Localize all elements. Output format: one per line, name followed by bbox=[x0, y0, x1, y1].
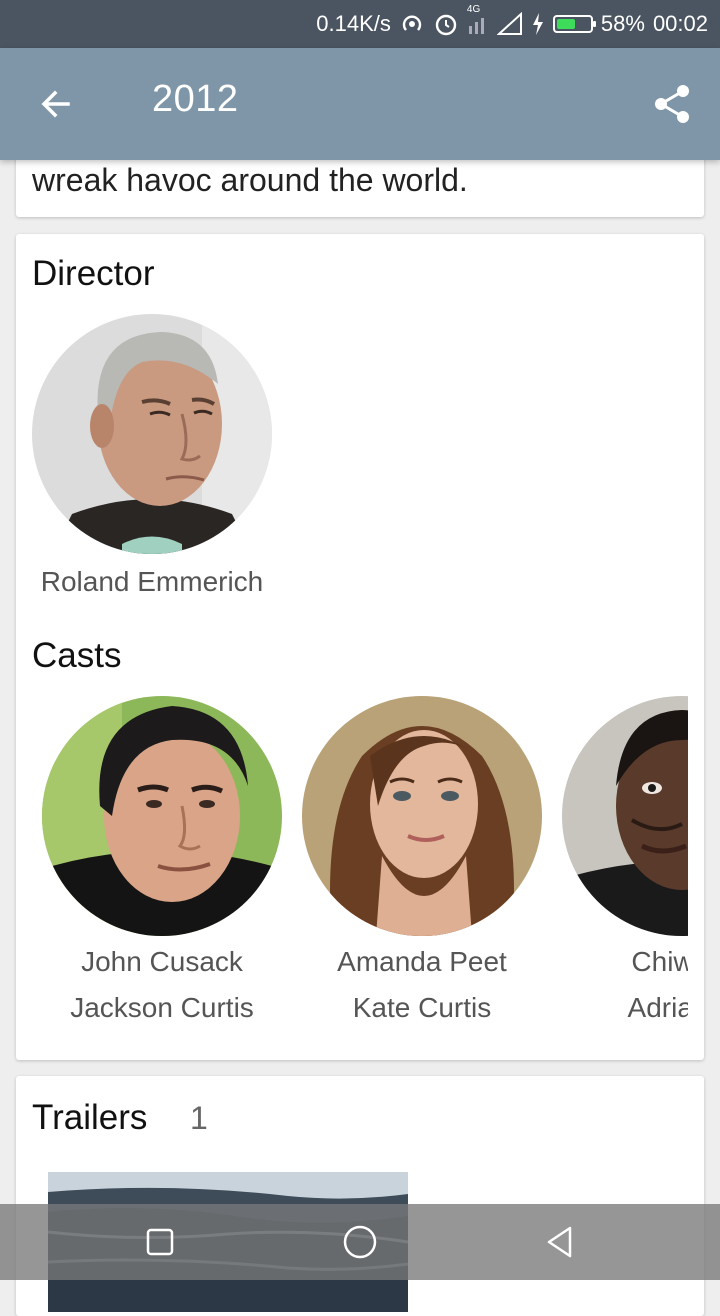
system-nav-bar bbox=[0, 1204, 720, 1280]
overview-text: wreak havoc around the world. bbox=[32, 162, 468, 198]
back-button[interactable] bbox=[28, 78, 84, 130]
home-circle-icon bbox=[343, 1225, 377, 1259]
status-bar: 0.14K/s 4G 58% 00:02 bbox=[0, 0, 720, 48]
people-card: Director Roland Emmerich Casts John Cusa… bbox=[16, 234, 704, 1060]
overview-card: wreak havoc around the world. bbox=[16, 150, 704, 217]
net-speed: 0.14K/s bbox=[316, 11, 391, 36]
trailers-count: 1 bbox=[190, 1100, 208, 1136]
trailers-card: Trailers 1 bbox=[16, 1076, 704, 1316]
charging-icon bbox=[531, 10, 545, 38]
trailers-heading: Trailers bbox=[32, 1098, 148, 1137]
cast-avatar-3[interactable] bbox=[562, 696, 688, 936]
cast-character-1: Jackson Curtis bbox=[70, 992, 254, 1023]
app-bar: 2012 bbox=[0, 48, 720, 160]
cast-actor-3[interactable]: Chiwete bbox=[552, 946, 688, 978]
cast-actor-2[interactable]: Amanda Peet bbox=[292, 946, 552, 978]
cell-signal-icon bbox=[496, 10, 523, 38]
battery-icon bbox=[552, 15, 596, 33]
cast-avatar-2[interactable] bbox=[302, 696, 542, 936]
director-name[interactable]: Roland Emmerich bbox=[22, 566, 282, 598]
battery-percent: 58% bbox=[600, 11, 645, 36]
share-button[interactable] bbox=[646, 78, 698, 130]
battery-fill bbox=[556, 19, 576, 29]
home-button[interactable] bbox=[330, 1218, 390, 1266]
director-avatar[interactable] bbox=[32, 314, 272, 554]
hotspot-icon bbox=[399, 10, 425, 38]
share-icon bbox=[655, 85, 689, 123]
back-triangle-icon bbox=[547, 1226, 572, 1258]
recents-square-icon bbox=[146, 1228, 174, 1256]
cast-actor-1[interactable]: John Cusack bbox=[32, 946, 292, 978]
clock: 00:02 bbox=[652, 11, 708, 36]
cast-avatar-1[interactable] bbox=[42, 696, 282, 936]
nav-back-button[interactable] bbox=[530, 1218, 590, 1266]
director-heading: Director bbox=[32, 254, 155, 293]
casts-heading: Casts bbox=[32, 636, 122, 675]
page-title: 2012 bbox=[152, 78, 239, 120]
cast-character-2: Kate Curtis bbox=[352, 992, 492, 1023]
signal-icon: 4G bbox=[467, 4, 489, 38]
cast-list[interactable]: John Cusack Jackson Curtis Amanda Peet K… bbox=[16, 684, 688, 1044]
recents-button[interactable] bbox=[130, 1218, 190, 1266]
arrow-back-icon bbox=[41, 90, 70, 118]
alarm-icon bbox=[433, 10, 459, 38]
network-type: 4G bbox=[466, 4, 481, 15]
cast-character-3: Adrian H bbox=[627, 992, 688, 1023]
